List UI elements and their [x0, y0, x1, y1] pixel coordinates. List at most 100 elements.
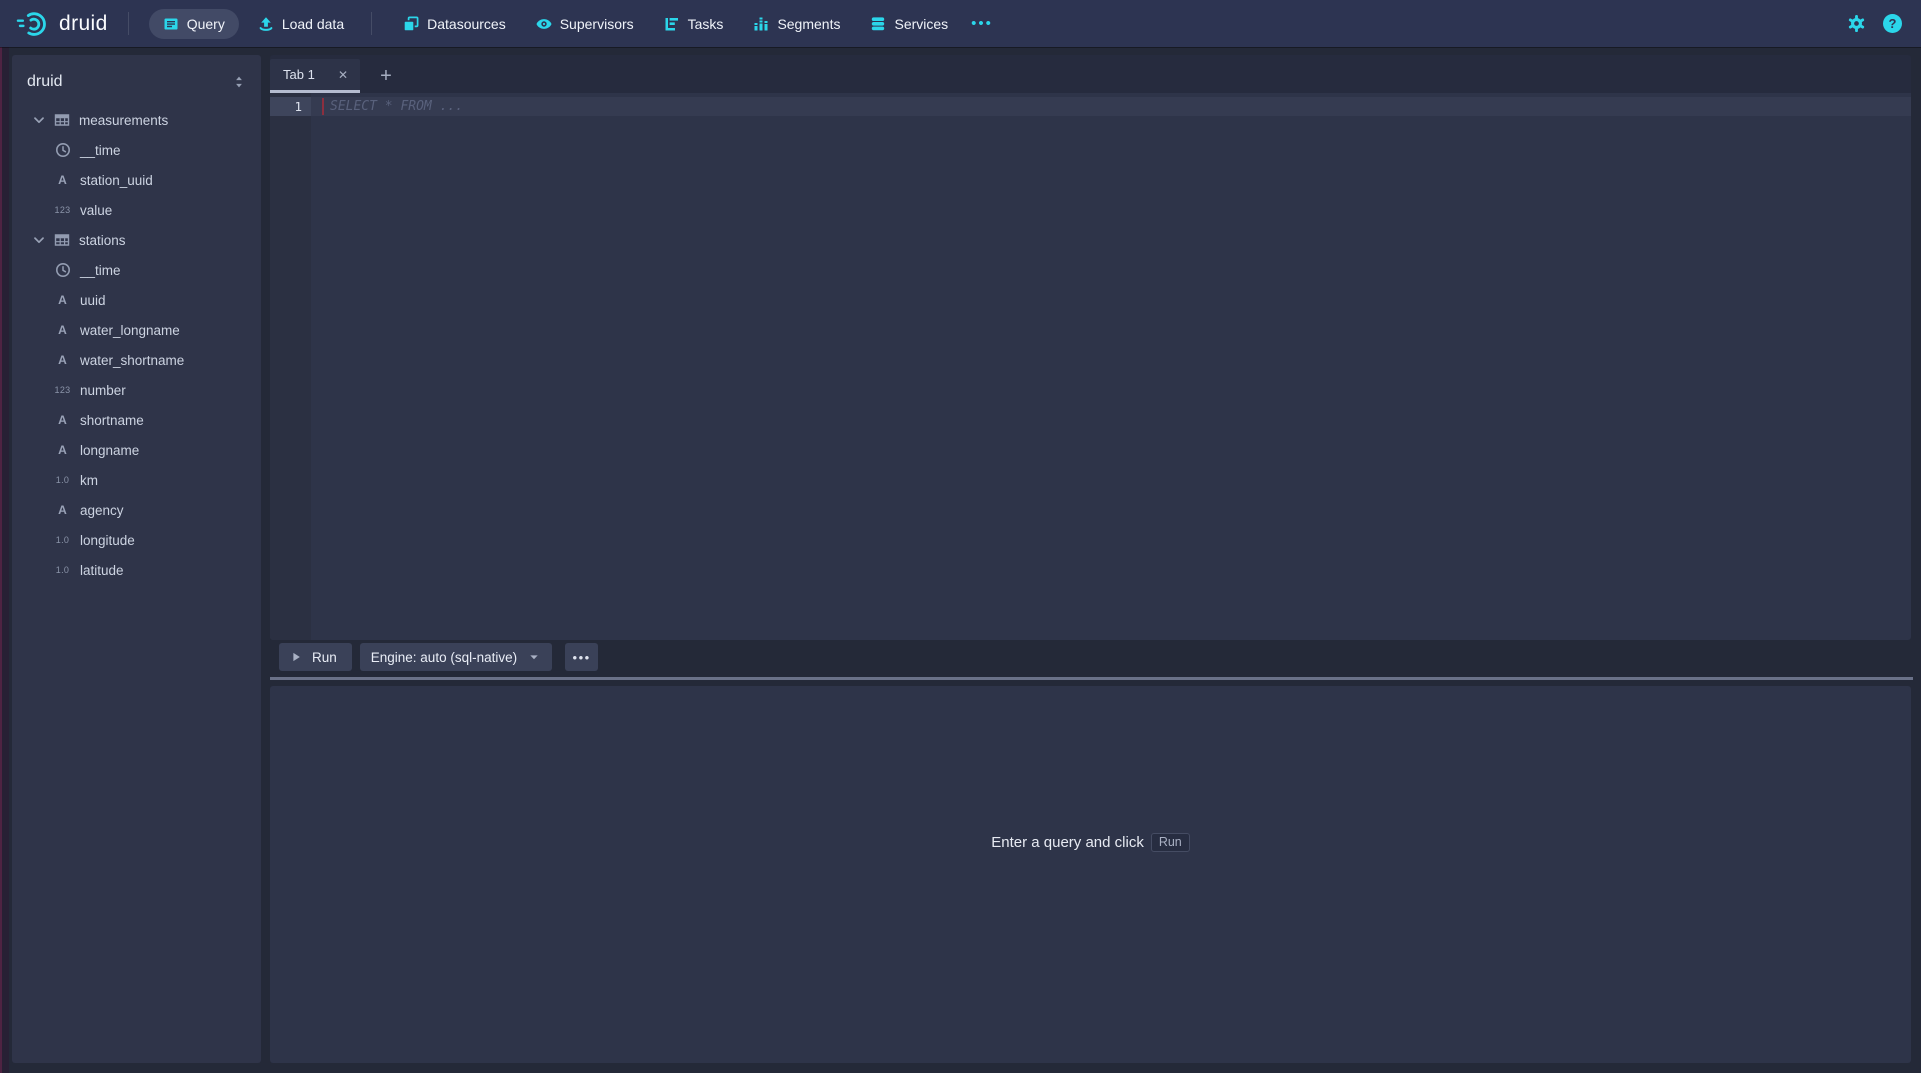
- settings-gear-icon[interactable]: [1847, 14, 1866, 33]
- query-tab-bar: Tab 1 ✕ +: [270, 55, 1911, 93]
- tab-tab-1[interactable]: Tab 1 ✕: [270, 59, 360, 93]
- play-icon: [289, 650, 303, 664]
- upload-icon: [258, 16, 274, 32]
- string-type-icon: A: [53, 293, 72, 307]
- tree-item-label: longname: [80, 443, 139, 458]
- tab-label: Tab 1: [283, 67, 315, 82]
- nav-more-button[interactable]: •••: [971, 15, 993, 32]
- tree-item-label: uuid: [80, 293, 106, 308]
- tree-item-label: latitude: [80, 563, 124, 578]
- sidebar-item-km[interactable]: 1.0 km: [12, 465, 261, 495]
- editor-placeholder: SELECT * FROM ...: [330, 97, 463, 116]
- empty-results-message: Enter a query and click Run: [270, 833, 1911, 852]
- column-tree: measurements __time A station_uuid 123 v…: [12, 105, 261, 585]
- sidebar-item-value[interactable]: 123 value: [12, 195, 261, 225]
- sidebar-item-agency[interactable]: A agency: [12, 495, 261, 525]
- nav-item-label: Tasks: [688, 16, 724, 32]
- text-cursor: [322, 98, 324, 115]
- schema-selector[interactable]: druid: [12, 67, 261, 97]
- top-navbar: druid Query Load data Datasources Superv…: [0, 0, 1921, 47]
- add-tab-button[interactable]: +: [372, 61, 400, 91]
- string-type-icon: A: [53, 503, 72, 517]
- string-type-icon: A: [53, 443, 72, 457]
- help-icon[interactable]: ?: [1883, 14, 1902, 33]
- float-type-icon: 1.0: [53, 565, 72, 575]
- engine-select-button[interactable]: Engine: auto (sql-native): [360, 643, 552, 671]
- run-bar: Run Engine: auto (sql-native) •••: [270, 643, 598, 671]
- nav-item-tasks[interactable]: Tasks: [653, 9, 735, 39]
- eye-icon: [536, 16, 552, 32]
- tree-item-label: km: [80, 473, 98, 488]
- database-icon: [870, 16, 886, 32]
- sidebar-item-longitude[interactable]: 1.0 longitude: [12, 525, 261, 555]
- nav-item-datasources[interactable]: Datasources: [392, 9, 517, 39]
- tree-item-label: agency: [80, 503, 124, 518]
- float-type-icon: 1.0: [53, 535, 72, 545]
- nav-divider: [128, 12, 129, 35]
- horizontal-splitter[interactable]: [270, 677, 1913, 680]
- chevron-down-icon[interactable]: [32, 113, 46, 127]
- editor-gutter: [270, 93, 311, 640]
- nav-item-services[interactable]: Services: [859, 9, 959, 39]
- sidebar-item-number[interactable]: 123 number: [12, 375, 261, 405]
- nav-item-label: Services: [894, 16, 948, 32]
- chevron-down-icon[interactable]: [32, 233, 46, 247]
- run-key-tag: Run: [1151, 833, 1190, 852]
- nav-item-load-data[interactable]: Load data: [247, 9, 355, 39]
- brand-wordmark: druid: [59, 12, 108, 36]
- sidebar-item-stations-time[interactable]: __time: [12, 255, 261, 285]
- tree-item-label: number: [80, 383, 126, 398]
- window-edge-strip: [0, 47, 9, 1073]
- table-icon: [52, 112, 71, 128]
- sidebar-item-measurements[interactable]: measurements: [12, 105, 261, 135]
- sidebar-item-uuid[interactable]: A uuid: [12, 285, 261, 315]
- sidebar-item-longname[interactable]: A longname: [12, 435, 261, 465]
- tree-item-label: longitude: [80, 533, 135, 548]
- float-type-icon: 1.0: [53, 475, 72, 485]
- navbar-right: ?: [1847, 14, 1902, 33]
- sidebar-item-water-shortname[interactable]: A water_shortname: [12, 345, 261, 375]
- line-number: 1: [270, 97, 311, 116]
- nav-item-query[interactable]: Query: [149, 9, 239, 39]
- query-editor[interactable]: 1 SELECT * FROM ...: [270, 93, 1911, 640]
- sidebar-item-water-longname[interactable]: A water_longname: [12, 315, 261, 345]
- stacked-bars-icon: [753, 16, 769, 32]
- tree-item-label: stations: [79, 233, 126, 248]
- nav-item-segments[interactable]: Segments: [742, 9, 851, 39]
- tree-item-label: measurements: [79, 113, 168, 128]
- datasources-icon: [403, 16, 419, 32]
- string-type-icon: A: [53, 413, 72, 427]
- gantt-icon: [664, 16, 680, 32]
- string-type-icon: A: [53, 353, 72, 367]
- sidebar-item-station-uuid[interactable]: A station_uuid: [12, 165, 261, 195]
- nav-item-label: Load data: [282, 16, 344, 32]
- table-icon: [52, 232, 71, 248]
- sort-swap-vertical-icon[interactable]: [232, 75, 246, 89]
- sidebar-item-measurements-time[interactable]: __time: [12, 135, 261, 165]
- close-icon[interactable]: ✕: [336, 66, 350, 84]
- tree-item-label: water_longname: [80, 323, 180, 338]
- results-panel: Enter a query and click Run: [270, 686, 1911, 1063]
- schema-sidebar: druid measurements __time A station_uuid…: [12, 55, 261, 1063]
- clock-icon: [53, 142, 72, 158]
- caret-down-icon: [527, 650, 541, 664]
- nav-item-label: Datasources: [427, 16, 506, 32]
- active-line-highlight: [311, 97, 1911, 116]
- run-button-label: Run: [312, 650, 337, 665]
- sidebar-item-shortname[interactable]: A shortname: [12, 405, 261, 435]
- schema-title: druid: [27, 73, 63, 91]
- string-type-icon: A: [53, 173, 72, 187]
- nav-item-supervisors[interactable]: Supervisors: [525, 9, 645, 39]
- query-more-button[interactable]: •••: [565, 643, 598, 671]
- sidebar-item-stations[interactable]: stations: [12, 225, 261, 255]
- string-type-icon: A: [53, 323, 72, 337]
- tree-item-label: value: [80, 203, 112, 218]
- number-type-icon: 123: [53, 205, 72, 215]
- number-type-icon: 123: [53, 385, 72, 395]
- sidebar-item-latitude[interactable]: 1.0 latitude: [12, 555, 261, 585]
- run-button[interactable]: Run: [279, 643, 352, 671]
- tree-item-label: station_uuid: [80, 173, 153, 188]
- tree-item-label: water_shortname: [80, 353, 184, 368]
- nav-item-label: Supervisors: [560, 16, 634, 32]
- druid-logo[interactable]: druid: [14, 8, 108, 40]
